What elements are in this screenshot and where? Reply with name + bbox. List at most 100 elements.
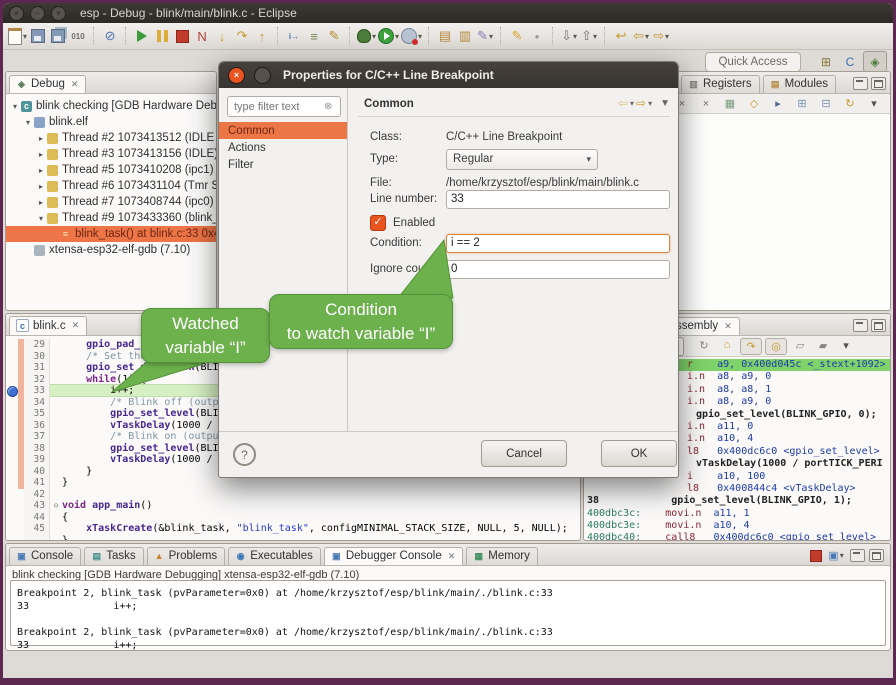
tab-modules[interactable]: ▤Modules: [763, 75, 836, 93]
run-icon[interactable]: ▾: [377, 26, 400, 46]
debug-perspective-icon[interactable]: ◈: [863, 51, 887, 72]
clear-filter-icon[interactable]: ⊗: [324, 101, 332, 112]
annotation-icon[interactable]: ●: [527, 26, 547, 46]
view-menu-icon[interactable]: ▼: [660, 98, 670, 109]
resume-icon[interactable]: [132, 26, 152, 46]
breakpoint-ruler[interactable]: [6, 431, 18, 443]
dialog-close-icon[interactable]: ×: [228, 67, 245, 84]
next-annotation-icon[interactable]: ⇩▾: [559, 26, 579, 46]
view-menu-icon[interactable]: ▾: [864, 96, 884, 112]
tree-item[interactable]: ▾blink.elf: [6, 114, 216, 130]
minimize-view-icon[interactable]: [853, 319, 868, 332]
breakpoint-ruler[interactable]: [6, 362, 18, 374]
sync-active-context-icon[interactable]: ↷: [740, 338, 762, 355]
filter-input[interactable]: [232, 100, 322, 114]
disconnect-icon[interactable]: N: [192, 26, 212, 46]
forward-icon[interactable]: ⇨▾: [651, 26, 671, 46]
back-icon[interactable]: ⇦▾: [631, 26, 651, 46]
forward-icon[interactable]: ⇨: [636, 96, 646, 110]
pointer-icon[interactable]: ▸: [768, 96, 788, 112]
binary-view-icon[interactable]: 010: [68, 26, 88, 46]
maximize-view-icon[interactable]: [871, 77, 886, 90]
dialog-restore-icon[interactable]: [254, 67, 271, 84]
breakpoint-ruler[interactable]: [6, 512, 18, 524]
close-window-icon[interactable]: ×: [9, 6, 24, 21]
fold-marker[interactable]: ⊖: [50, 500, 62, 512]
quick-access-input[interactable]: Quick Access: [705, 52, 801, 72]
step-over-icon[interactable]: ↷: [232, 26, 252, 46]
pin-view-icon[interactable]: ▰: [813, 338, 833, 353]
minimize-window-icon[interactable]: −: [30, 6, 45, 21]
breakpoint-ruler[interactable]: [6, 489, 18, 501]
follow-pc-icon[interactable]: ◎: [765, 338, 787, 355]
terminate-icon[interactable]: [810, 550, 822, 562]
skip-all-breakpoints-icon[interactable]: ⊘: [100, 26, 120, 46]
expand-all-icon[interactable]: ⊞: [792, 96, 812, 112]
breakpoint-icon[interactable]: [7, 386, 18, 397]
tab-blink-c[interactable]: c blink.c ✕: [9, 316, 87, 335]
condition-input[interactable]: [446, 234, 670, 253]
tree-item[interactable]: ▾Thread #9 1073433360 (blink_task: [6, 210, 216, 226]
minimize-view-icon[interactable]: [853, 77, 868, 90]
tree-item[interactable]: ▸Thread #6 1073431104 (Tmr Svc) (S: [6, 178, 216, 194]
external-tools-icon[interactable]: ✎▾: [475, 26, 495, 46]
breakpoint-ruler[interactable]: [6, 408, 18, 420]
tab-console[interactable]: ▣Console: [9, 547, 81, 565]
previous-annotation-icon[interactable]: ⇧▾: [579, 26, 599, 46]
open-resource-icon[interactable]: ▥: [455, 26, 475, 46]
tab-executables[interactable]: ◉Executables: [228, 547, 321, 565]
dialog-nav-common[interactable]: Common: [219, 122, 347, 139]
line-number-input[interactable]: [446, 190, 670, 209]
last-edit-location-icon[interactable]: ↩: [611, 26, 631, 46]
refresh-icon[interactable]: ↻: [694, 338, 714, 353]
step-return-icon[interactable]: ↑: [252, 26, 272, 46]
remove-all-icon[interactable]: ×: [696, 96, 716, 112]
display-console-icon[interactable]: ▣▾: [826, 548, 846, 563]
ignore-count-input[interactable]: [446, 260, 670, 279]
save-icon[interactable]: [28, 26, 48, 46]
breakpoint-ruler[interactable]: [6, 420, 18, 432]
drop-to-frame-icon[interactable]: ≡: [304, 26, 324, 46]
breakpoint-ruler[interactable]: [6, 523, 18, 535]
view-menu-icon[interactable]: ▾: [836, 338, 856, 353]
maximize-window-icon[interactable]: +: [51, 6, 66, 21]
maximize-view-icon[interactable]: [869, 549, 884, 562]
breakpoint-ruler[interactable]: [6, 385, 18, 397]
terminate-icon[interactable]: [172, 26, 192, 46]
profile-icon[interactable]: ▾: [400, 26, 423, 46]
minimize-view-icon[interactable]: [850, 549, 865, 562]
step-into-icon[interactable]: ↓: [212, 26, 232, 46]
tab-registers[interactable]: ▥Registers: [681, 75, 760, 93]
breakpoint-ruler[interactable]: [6, 466, 18, 478]
cancel-button[interactable]: Cancel: [481, 440, 567, 467]
close-tab-icon[interactable]: ✕: [72, 320, 80, 331]
breakpoint-ruler[interactable]: [6, 443, 18, 455]
tree-item[interactable]: ▸Thread #7 1073408744 (ipc0) (Susp: [6, 194, 216, 210]
debug-icon[interactable]: ▾: [356, 26, 377, 46]
add-register-group-icon[interactable]: ◇: [744, 96, 764, 112]
tree-item[interactable]: ▸Thread #5 1073410208 (ipc1) (Susp: [6, 162, 216, 178]
dialog-nav-filter[interactable]: Filter: [219, 156, 347, 173]
refresh-icon[interactable]: ↻: [840, 96, 860, 112]
help-button[interactable]: ?: [233, 443, 256, 466]
tree-item[interactable]: xtensa-esp32-elf-gdb (7.10): [6, 242, 216, 258]
tree-item[interactable]: ▸Thread #3 1073413156 (IDLE) (Susp: [6, 146, 216, 162]
open-perspective-icon[interactable]: ⊞: [815, 52, 837, 71]
enabled-checkbox[interactable]: ✓: [370, 215, 386, 231]
breakpoint-ruler[interactable]: [6, 500, 18, 512]
use-step-filters-icon[interactable]: ✎: [324, 26, 344, 46]
suspend-icon[interactable]: [152, 26, 172, 46]
instruction-stepping-icon[interactable]: i→: [284, 26, 304, 46]
tree-item[interactable]: ▾cblink checking [GDB Hardware Debug: [6, 98, 216, 114]
ok-button[interactable]: OK: [601, 440, 677, 467]
type-select[interactable]: Regular▾: [446, 149, 598, 170]
breakpoint-ruler[interactable]: [6, 339, 18, 351]
maximize-view-icon[interactable]: [871, 319, 886, 332]
breakpoint-ruler[interactable]: [6, 374, 18, 386]
close-tab-icon[interactable]: ✕: [71, 79, 79, 90]
collapse-all-icon[interactable]: ⊟: [816, 96, 836, 112]
close-tab-icon[interactable]: ✕: [448, 551, 456, 562]
home-icon[interactable]: ⌂: [717, 338, 737, 353]
breakpoint-ruler[interactable]: [6, 454, 18, 466]
close-tab-icon[interactable]: ✕: [724, 321, 732, 332]
